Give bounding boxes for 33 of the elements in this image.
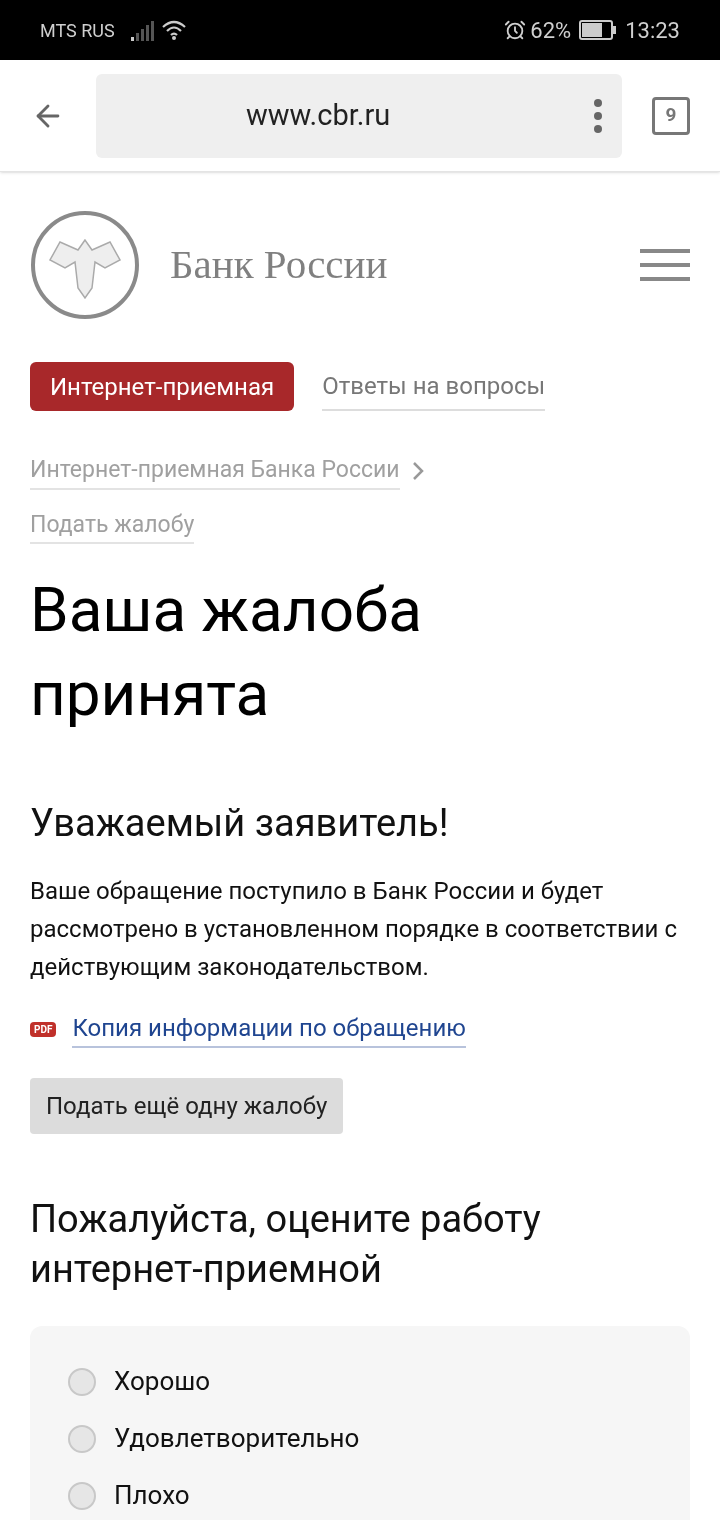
rating-option[interactable]: Плохо	[68, 1476, 652, 1516]
alarm-icon	[504, 19, 527, 41]
signal-icon	[130, 19, 157, 41]
rating-option[interactable]: Удовлетворительно	[68, 1419, 652, 1459]
bank-title: Банк России	[170, 240, 389, 290]
chevron-icon	[411, 461, 424, 482]
option-label: Плохо	[114, 1479, 190, 1513]
eagle-emblem-icon	[30, 210, 140, 320]
option-label: Хорошо	[114, 1365, 211, 1399]
message-text: Ваше обращение поступило в Банк России и будет рассмотрено в установленном порядке в соответствии с действующим законодательством.	[30, 876, 678, 984]
pdf-link[interactable]: Копия информации по обращению	[72, 1010, 466, 1049]
rating-option[interactable]: Хорошо	[68, 1362, 652, 1402]
clock-time: 13:23	[625, 16, 680, 45]
carrier-name: MTS RUS	[40, 18, 115, 43]
menu-button[interactable]	[640, 249, 690, 281]
radio-button[interactable]	[68, 1367, 96, 1396]
radio-button[interactable]	[68, 1481, 96, 1510]
battery-icon	[579, 20, 618, 40]
greeting-heading: Уважаемый заявитель!	[30, 800, 450, 848]
nav-tab[interactable]: Ответы на вопросы	[322, 362, 546, 411]
page-heading: Ваша жалоба принята	[30, 572, 424, 732]
rating-heading: Пожалуйста, оцените работу интернет-приемной	[30, 1196, 542, 1294]
radio-button[interactable]	[68, 1424, 96, 1453]
battery-percent: 62%	[530, 16, 572, 45]
new-complaint-button[interactable]: Подать ещё одну жалобу	[30, 1078, 344, 1135]
tab-count[interactable]: 9	[652, 96, 690, 135]
option-label: Удовлетворительно	[114, 1422, 360, 1456]
more-icon[interactable]	[594, 98, 602, 133]
wifi-icon	[160, 19, 187, 41]
address-bar[interactable]: www.cbr.ru	[96, 73, 622, 158]
nav-tab[interactable]: Интернет-приемная	[30, 362, 295, 411]
url-text: www.cbr.ru	[246, 96, 392, 134]
pdf-icon: PDF	[30, 1021, 57, 1037]
